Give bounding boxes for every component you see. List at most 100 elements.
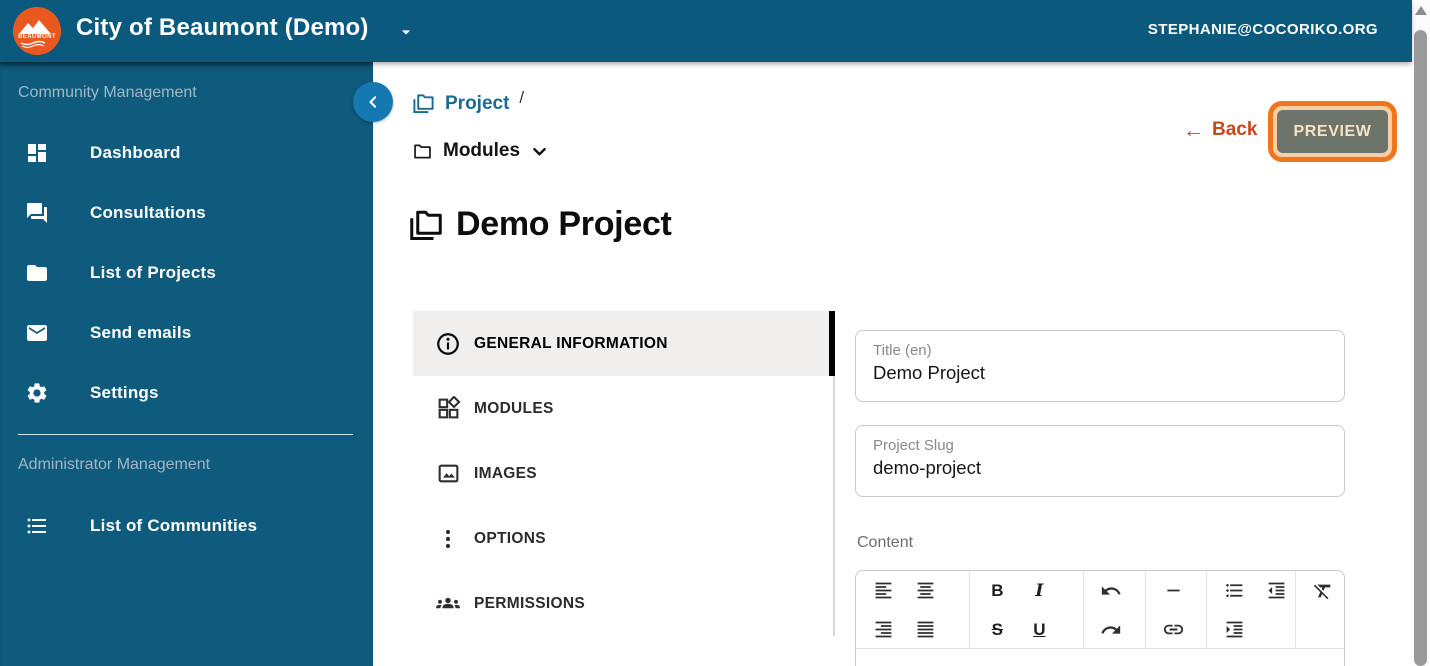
align-center-icon (915, 580, 936, 601)
tab-permissions[interactable]: PERMISSIONS (413, 571, 835, 636)
title-field-label: Title (en) (873, 342, 1327, 359)
project-title-heading: Demo Project (456, 205, 672, 244)
clear-formatting-icon (1312, 580, 1334, 602)
breadcrumb: Project / (412, 92, 524, 115)
sidebar: Community Management Dashboard Consultat… (0, 62, 373, 666)
editor-content-area[interactable] (856, 649, 1344, 666)
clear-group (1296, 571, 1344, 648)
horizontal-rule-icon (1163, 580, 1184, 601)
slug-input[interactable] (873, 457, 1327, 479)
dashboard-icon (24, 140, 50, 166)
title-input[interactable] (873, 362, 1327, 384)
consultations-icon (24, 200, 50, 226)
sidebar-section-community-management: Community Management (18, 84, 197, 102)
breadcrumb-separator: / (519, 88, 524, 108)
align-justify-button[interactable] (904, 610, 946, 649)
community-logo[interactable]: BEAUMONT (13, 7, 61, 55)
content-label: Content (857, 534, 913, 552)
content-rich-text-editor: B S I U (855, 570, 1345, 666)
clear-formatting-button[interactable] (1302, 571, 1344, 610)
editor-toolbar: B S I U (856, 571, 1344, 649)
sidebar-section-administrator-management: Administrator Management (18, 456, 210, 474)
mountain-logo-icon (13, 7, 61, 55)
list-icon (24, 513, 50, 539)
chevron-down-icon[interactable] (530, 142, 549, 161)
alignment-group (856, 571, 970, 648)
scrollbar-up-arrow[interactable] (1415, 6, 1427, 15)
sidebar-item-send-emails[interactable]: Send emails (0, 303, 373, 363)
align-justify-icon (915, 619, 936, 640)
align-left-icon (873, 580, 894, 601)
scrollbar-thumb[interactable] (1414, 30, 1427, 666)
link-icon (1162, 618, 1185, 641)
preview-highlight-ring: PREVIEW (1268, 101, 1397, 162)
logo-wordmark: BEAUMONT (13, 34, 61, 40)
history-group (1084, 571, 1147, 648)
back-arrow-icon: ← (1183, 120, 1204, 141)
sidebar-item-list-of-projects[interactable]: List of Projects (0, 243, 373, 303)
user-email[interactable]: STEPHANIE@COCORIKO.ORG (1148, 21, 1378, 38)
app-window: BEAUMONT City of Beaumont (Demo) STEPHAN… (0, 0, 1430, 666)
slug-field[interactable]: Project Slug (855, 425, 1345, 497)
community-name: City of Beaumont (Demo) (76, 14, 369, 42)
horizontal-rule-button[interactable] (1152, 571, 1194, 610)
folder-copy-icon (408, 207, 444, 243)
align-left-button[interactable] (862, 571, 904, 610)
options-icon (435, 526, 461, 552)
outdent-button[interactable] (1255, 571, 1297, 610)
redo-icon (1100, 619, 1122, 641)
insert-group (1146, 571, 1207, 648)
undo-button[interactable] (1090, 571, 1132, 610)
modules-icon (435, 396, 461, 422)
undo-icon (1100, 580, 1122, 602)
tab-modules[interactable]: MODULES (413, 376, 835, 441)
tab-general-information[interactable]: GENERAL INFORMATION (413, 311, 835, 376)
folder-outline-icon (412, 141, 433, 162)
align-right-button[interactable] (862, 610, 904, 649)
list-group (1207, 571, 1296, 648)
empty-cell (1255, 610, 1297, 649)
indent-button[interactable] (1213, 610, 1255, 649)
bold-button[interactable]: B (976, 571, 1018, 610)
bulleted-list-button[interactable] (1213, 571, 1255, 610)
tab-images[interactable]: IMAGES (413, 441, 835, 506)
breadcrumb-current: Modules (412, 140, 549, 162)
info-icon (435, 331, 461, 357)
underline-button[interactable]: U (1018, 610, 1060, 649)
breadcrumb-modules-label[interactable]: Modules (443, 140, 520, 162)
redo-button[interactable] (1090, 610, 1132, 649)
sidebar-item-dashboard[interactable]: Dashboard (0, 123, 373, 183)
sidebar-divider (18, 434, 353, 435)
align-center-button[interactable] (904, 571, 946, 610)
strikethrough-button[interactable]: S (976, 610, 1018, 649)
main-content: Project / Modules ← Back PREVIEW D (373, 62, 1412, 666)
sidebar-nav-admin: List of Communities (0, 496, 373, 556)
outdent-icon (1266, 580, 1287, 601)
back-link[interactable]: ← Back (1183, 119, 1257, 141)
slug-field-label: Project Slug (873, 437, 1327, 454)
preview-button[interactable]: PREVIEW (1277, 110, 1388, 153)
bulleted-list-icon (1224, 580, 1245, 601)
sidebar-item-settings[interactable]: Settings (0, 363, 373, 423)
text-style-group: B S I U (970, 571, 1083, 648)
italic-button[interactable]: I (1018, 571, 1060, 610)
page-title: Demo Project (408, 205, 672, 244)
sidebar-nav-community: Dashboard Consultations List of Projects… (0, 123, 373, 423)
sidebar-item-consultations[interactable]: Consultations (0, 183, 373, 243)
folder-icon (24, 260, 50, 286)
settings-icon (24, 380, 50, 406)
title-field[interactable]: Title (en) (855, 330, 1345, 402)
breadcrumb-project-link[interactable]: Project (445, 93, 509, 115)
sidebar-item-list-of-communities[interactable]: List of Communities (0, 496, 373, 556)
settings-tab-list: GENERAL INFORMATION MODULES IMAGE (413, 311, 835, 636)
align-right-icon (873, 619, 894, 640)
images-icon (435, 461, 461, 487)
permissions-icon (435, 591, 461, 617)
page-scrollbar (1412, 0, 1430, 666)
community-switcher-caret-icon[interactable] (396, 22, 416, 47)
folder-copy-icon (412, 92, 435, 115)
link-button[interactable] (1152, 610, 1194, 649)
sidebar-collapse-button[interactable] (353, 82, 393, 122)
tab-options[interactable]: OPTIONS (413, 506, 835, 571)
email-icon (24, 320, 50, 346)
